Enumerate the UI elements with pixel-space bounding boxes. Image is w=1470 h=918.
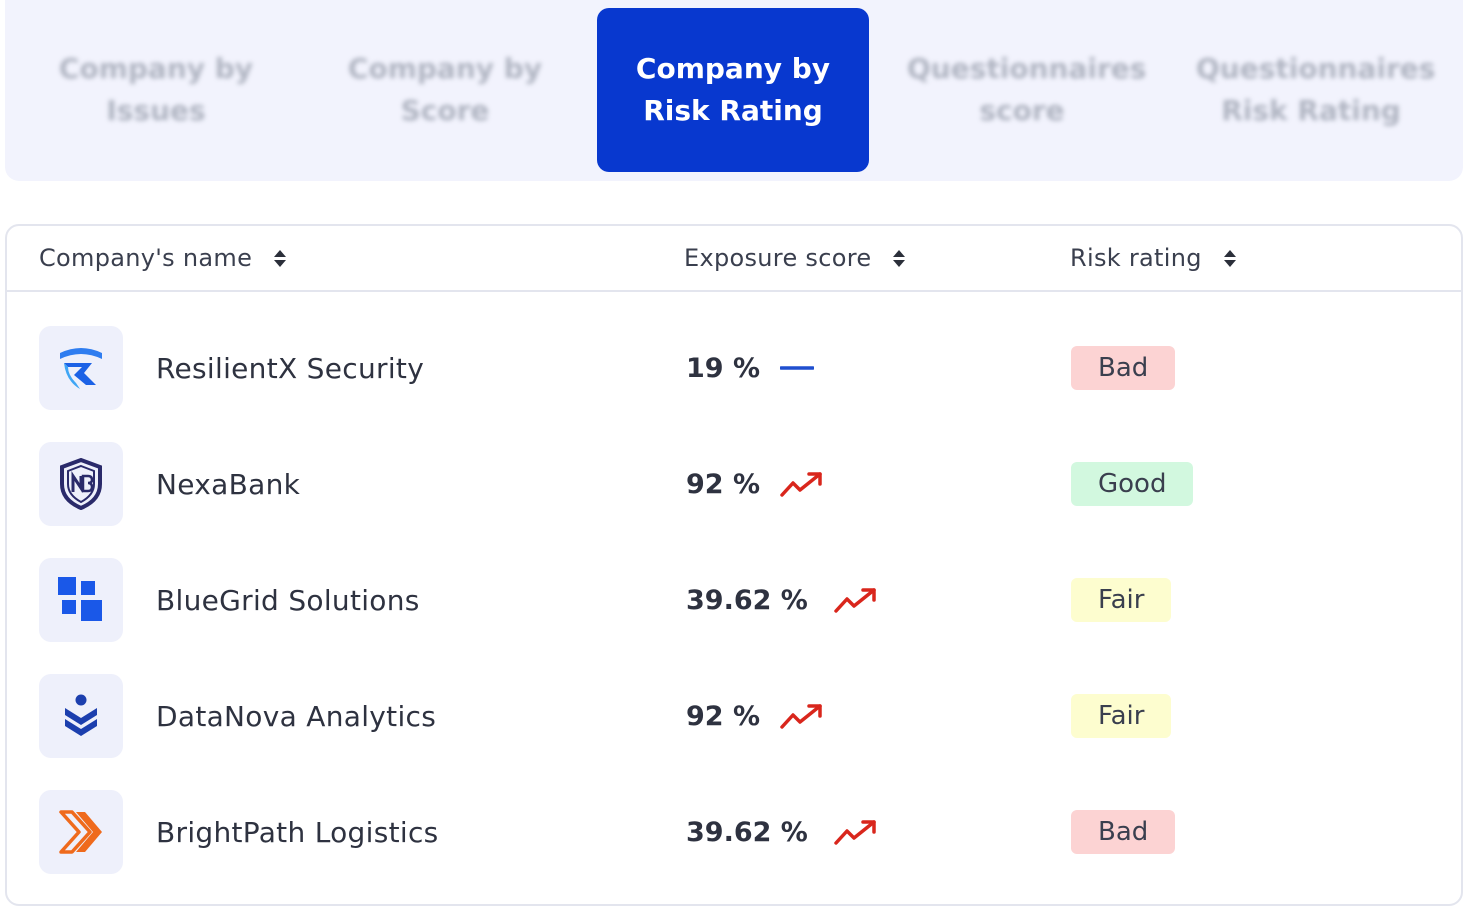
exposure-score-value: 39.62 % bbox=[686, 584, 808, 616]
trend-up-icon bbox=[780, 470, 824, 498]
sort-icon[interactable] bbox=[1223, 249, 1236, 267]
exposure-score: 92 % bbox=[686, 666, 824, 766]
exposure-score: 39.62 % bbox=[686, 550, 878, 650]
risk-rating-label: Good bbox=[1098, 469, 1167, 499]
exposure-score: 39.62 % bbox=[686, 782, 878, 882]
datanova-layers-icon bbox=[39, 674, 123, 758]
tab-company-by-score[interactable]: Company by Score bbox=[309, 8, 581, 172]
trend-up-icon bbox=[834, 818, 878, 846]
risk-rating-badge: Bad bbox=[1071, 810, 1176, 854]
risk-rating-label: Bad bbox=[1098, 817, 1149, 847]
tab-bar: Company by Issues Company by Score Compa… bbox=[5, 0, 1463, 181]
table-row[interactable]: BlueGrid Solutions 39.62 % Fair bbox=[7, 550, 1461, 650]
trend-up-icon bbox=[780, 702, 824, 730]
risk-rating-badge: Bad bbox=[1071, 346, 1176, 390]
tab-company-by-risk-rating[interactable]: Company by Risk Rating bbox=[597, 8, 869, 172]
risk-rating-label: Bad bbox=[1098, 353, 1149, 383]
table-row[interactable]: BrightPath Logistics 39.62 % Bad bbox=[7, 782, 1461, 882]
table-row[interactable]: NexaBank 92 % Good bbox=[7, 434, 1461, 534]
table-row[interactable]: ResilientX Security 19 % Bad bbox=[7, 318, 1461, 418]
table-header: Company's name Exposure score Risk ratin… bbox=[7, 226, 1461, 292]
tab-questionnaires-risk-rating[interactable]: Questionnaires Risk Rating bbox=[1175, 8, 1447, 172]
company-name: DataNova Analytics bbox=[156, 699, 437, 733]
resilientx-shield-icon bbox=[39, 326, 123, 410]
sort-icon[interactable] bbox=[274, 249, 287, 267]
exposure-score-value: 39.62 % bbox=[686, 816, 808, 848]
tab-company-by-issues[interactable]: Company by Issues bbox=[20, 8, 292, 172]
column-header-label: Risk rating bbox=[1070, 244, 1202, 272]
bluegrid-squares-icon bbox=[39, 558, 123, 642]
risk-rating-badge: Fair bbox=[1071, 694, 1172, 738]
column-header-risk-rating[interactable]: Risk rating bbox=[1070, 226, 1236, 290]
brightpath-chevrons-icon bbox=[39, 790, 123, 874]
exposure-score-value: 92 % bbox=[686, 700, 761, 732]
column-header-label: Exposure score bbox=[684, 244, 872, 272]
column-header-company-name[interactable]: Company's name bbox=[39, 226, 287, 290]
table-row[interactable]: DataNova Analytics 92 % Fair bbox=[7, 666, 1461, 766]
company-name: BlueGrid Solutions bbox=[156, 583, 420, 617]
risk-rating-badge: Fair bbox=[1071, 578, 1172, 622]
tab-questionnaires-score[interactable]: Questionnaires score bbox=[886, 8, 1158, 172]
column-header-label: Company's name bbox=[39, 244, 253, 272]
company-name: ResilientX Security bbox=[156, 351, 425, 385]
exposure-score-value: 92 % bbox=[686, 468, 761, 500]
risk-rating-badge: Good bbox=[1071, 462, 1194, 506]
column-header-exposure-score[interactable]: Exposure score bbox=[684, 226, 906, 290]
company-name: BrightPath Logistics bbox=[156, 815, 439, 849]
sort-icon[interactable] bbox=[893, 249, 906, 267]
exposure-score-value: 19 % bbox=[686, 352, 761, 384]
company-name: NexaBank bbox=[156, 467, 301, 501]
risk-rating-label: Fair bbox=[1098, 701, 1145, 731]
risk-rating-label: Fair bbox=[1098, 585, 1145, 615]
exposure-score: 19 % bbox=[686, 318, 815, 418]
exposure-score: 92 % bbox=[686, 434, 824, 534]
company-table: Company's name Exposure score Risk ratin… bbox=[5, 224, 1463, 906]
trend-flat-icon bbox=[780, 365, 815, 371]
nexabank-shield-icon bbox=[39, 442, 123, 526]
trend-up-icon bbox=[834, 586, 878, 614]
